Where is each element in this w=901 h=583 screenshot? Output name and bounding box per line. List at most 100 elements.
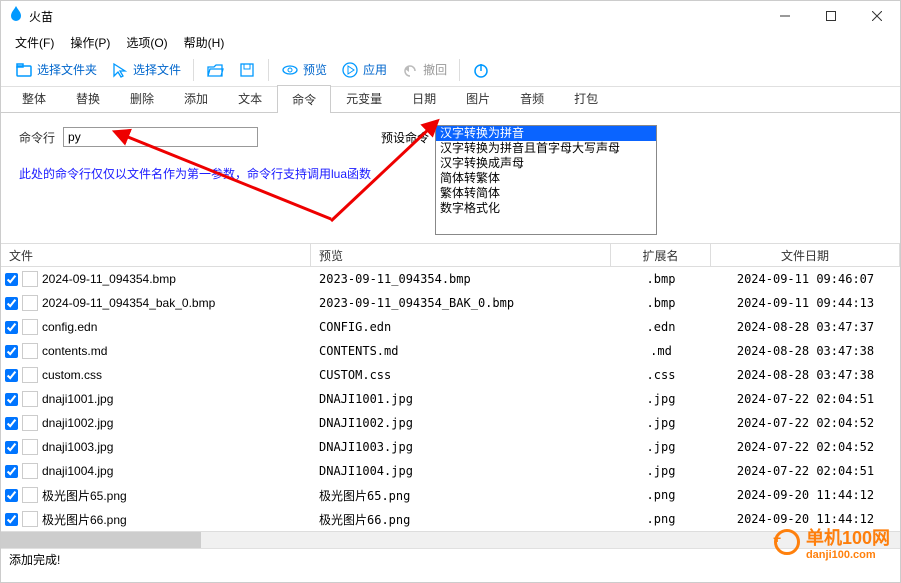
col-header-ext[interactable]: 扩展名 (611, 244, 711, 266)
tab-5[interactable]: 命令 (277, 85, 331, 113)
file-icon (22, 487, 38, 503)
apply-button[interactable]: 应用 (335, 57, 393, 83)
preset-option[interactable]: 数字格式化 (436, 201, 656, 216)
file-grid-body[interactable]: 2024-09-11_094354.bmp 2023-09-11_094354.b… (1, 267, 900, 531)
tab-3[interactable]: 添加 (169, 84, 223, 112)
horizontal-scrollbar[interactable] (1, 531, 900, 548)
row-checkbox[interactable] (5, 489, 18, 502)
apply-label: 应用 (363, 61, 387, 78)
cell-file: 2024-09-11_094354_bak_0.bmp (42, 296, 215, 310)
preset-option[interactable]: 简体转繁体 (436, 171, 656, 186)
row-checkbox[interactable] (5, 321, 18, 334)
cell-ext: .png (611, 512, 711, 526)
cell-date: 2024-07-22 02:04:51 (711, 392, 900, 406)
cell-date: 2024-08-28 03:47:37 (711, 320, 900, 334)
cell-preview: DNAJI1001.jpg (311, 392, 611, 406)
cell-ext: .jpg (611, 392, 711, 406)
cell-date: 2024-07-22 02:04:52 (711, 440, 900, 454)
cell-ext: .edn (611, 320, 711, 334)
cell-date: 2024-07-22 02:04:51 (711, 464, 900, 478)
cell-file: config.edn (42, 320, 97, 334)
select-folder-button[interactable]: 选择文件夹 (9, 57, 103, 83)
row-checkbox[interactable] (5, 393, 18, 406)
undo-label: 撤回 (423, 61, 447, 78)
cell-file: dnaji1003.jpg (42, 440, 113, 454)
cell-file: 2024-09-11_094354.bmp (42, 272, 176, 286)
table-row[interactable]: config.ednCONFIG.edn.edn2024-08-28 03:47… (1, 315, 900, 339)
menu-options[interactable]: 选项(O) (118, 32, 175, 53)
cell-ext: .jpg (611, 440, 711, 454)
cell-preview: 2023-09-11_094354.bmp (311, 272, 611, 286)
window-title: 火苗 (29, 8, 53, 25)
open-icon (206, 61, 224, 79)
col-header-date[interactable]: 文件日期 (711, 244, 900, 266)
cell-date: 2024-08-28 03:47:38 (711, 344, 900, 358)
table-row[interactable]: contents.mdCONTENTS.md.md2024-08-28 03:4… (1, 339, 900, 363)
preset-option[interactable]: 汉字转换成声母 (436, 156, 656, 171)
tab-9[interactable]: 音频 (505, 84, 559, 112)
eye-icon (281, 61, 299, 79)
tab-10[interactable]: 打包 (559, 84, 613, 112)
table-row[interactable]: custom.cssCUSTOM.css.css2024-08-28 03:47… (1, 363, 900, 387)
preview-button[interactable]: 预览 (275, 57, 333, 83)
watermark-logo-icon (774, 529, 800, 555)
table-row[interactable]: 极光图片65.png极光图片65.png.png2024-09-20 11:44… (1, 483, 900, 507)
preset-option[interactable]: 汉字转换为拼音且首字母大写声母 (436, 141, 656, 156)
file-icon (22, 319, 38, 335)
menu-file[interactable]: 文件(F) (7, 32, 62, 53)
preset-command-label: 预设命令 (381, 129, 429, 146)
close-button[interactable] (854, 1, 900, 31)
table-row[interactable]: dnaji1001.jpgDNAJI1001.jpg.jpg2024-07-22… (1, 387, 900, 411)
cell-file: 极光图片66.png (42, 511, 127, 528)
minimize-button[interactable] (762, 1, 808, 31)
preset-option[interactable]: 汉字转换为拼音 (436, 126, 656, 141)
row-checkbox[interactable] (5, 369, 18, 382)
row-checkbox[interactable] (5, 417, 18, 430)
preset-option[interactable]: 繁体转简体 (436, 186, 656, 201)
row-checkbox[interactable] (5, 513, 18, 526)
file-icon (22, 367, 38, 383)
select-files-label: 选择文件 (133, 61, 181, 78)
preview-label: 预览 (303, 61, 327, 78)
col-header-preview[interactable]: 预览 (311, 244, 611, 266)
tab-4[interactable]: 文本 (223, 84, 277, 112)
open-button[interactable] (200, 57, 230, 83)
cell-preview: 2023-09-11_094354_BAK_0.bmp (311, 296, 611, 310)
cell-date: 2024-09-11 09:46:07 (711, 272, 900, 286)
tab-1[interactable]: 替换 (61, 84, 115, 112)
table-row[interactable]: dnaji1003.jpgDNAJI1003.jpg.jpg2024-07-22… (1, 435, 900, 459)
tab-8[interactable]: 图片 (451, 84, 505, 112)
menu-operate[interactable]: 操作(P) (62, 32, 118, 53)
menu-help[interactable]: 帮助(H) (176, 32, 233, 53)
table-row[interactable]: 2024-09-11_094354_bak_0.bmp 2023-09-11_09… (1, 291, 900, 315)
table-row[interactable]: 2024-09-11_094354.bmp 2023-09-11_094354.b… (1, 267, 900, 291)
watermark-text: 单机100网 (806, 528, 890, 548)
tab-2[interactable]: 删除 (115, 84, 169, 112)
preset-command-list[interactable]: 汉字转换为拼音汉字转换为拼音且首字母大写声母汉字转换成声母简体转繁体繁体转简体数… (435, 125, 657, 235)
status-text: 添加完成! (9, 551, 60, 568)
menu-bar: 文件(F) 操作(P) 选项(O) 帮助(H) (1, 31, 900, 53)
row-checkbox[interactable] (5, 297, 18, 310)
command-line-input[interactable] (63, 127, 258, 147)
undo-button[interactable]: 撤回 (395, 57, 453, 83)
cell-ext: .css (611, 368, 711, 382)
tab-7[interactable]: 日期 (397, 84, 451, 112)
tab-6[interactable]: 元变量 (331, 84, 397, 112)
cell-preview: DNAJI1004.jpg (311, 464, 611, 478)
row-checkbox[interactable] (5, 465, 18, 478)
save-button[interactable] (232, 57, 262, 83)
tab-0[interactable]: 整体 (7, 84, 61, 112)
watermark-url: danji100.com (806, 550, 890, 560)
maximize-button[interactable] (808, 1, 854, 31)
row-checkbox[interactable] (5, 441, 18, 454)
command-panel: 命令行 此处的命令行仅仅以文件名作为第一参数，命令行支持调用lua函数 预设命令… (1, 113, 900, 243)
select-files-button[interactable]: 选择文件 (105, 57, 187, 83)
row-checkbox[interactable] (5, 273, 18, 286)
cell-file: dnaji1004.jpg (42, 464, 113, 478)
col-header-file[interactable]: 文件 (1, 244, 311, 266)
table-row[interactable]: dnaji1002.jpgDNAJI1002.jpg.jpg2024-07-22… (1, 411, 900, 435)
row-checkbox[interactable] (5, 345, 18, 358)
table-row[interactable]: 极光图片66.png极光图片66.png.png2024-09-20 11:44… (1, 507, 900, 531)
table-row[interactable]: dnaji1004.jpgDNAJI1004.jpg.jpg2024-07-22… (1, 459, 900, 483)
power-button[interactable] (466, 57, 496, 83)
